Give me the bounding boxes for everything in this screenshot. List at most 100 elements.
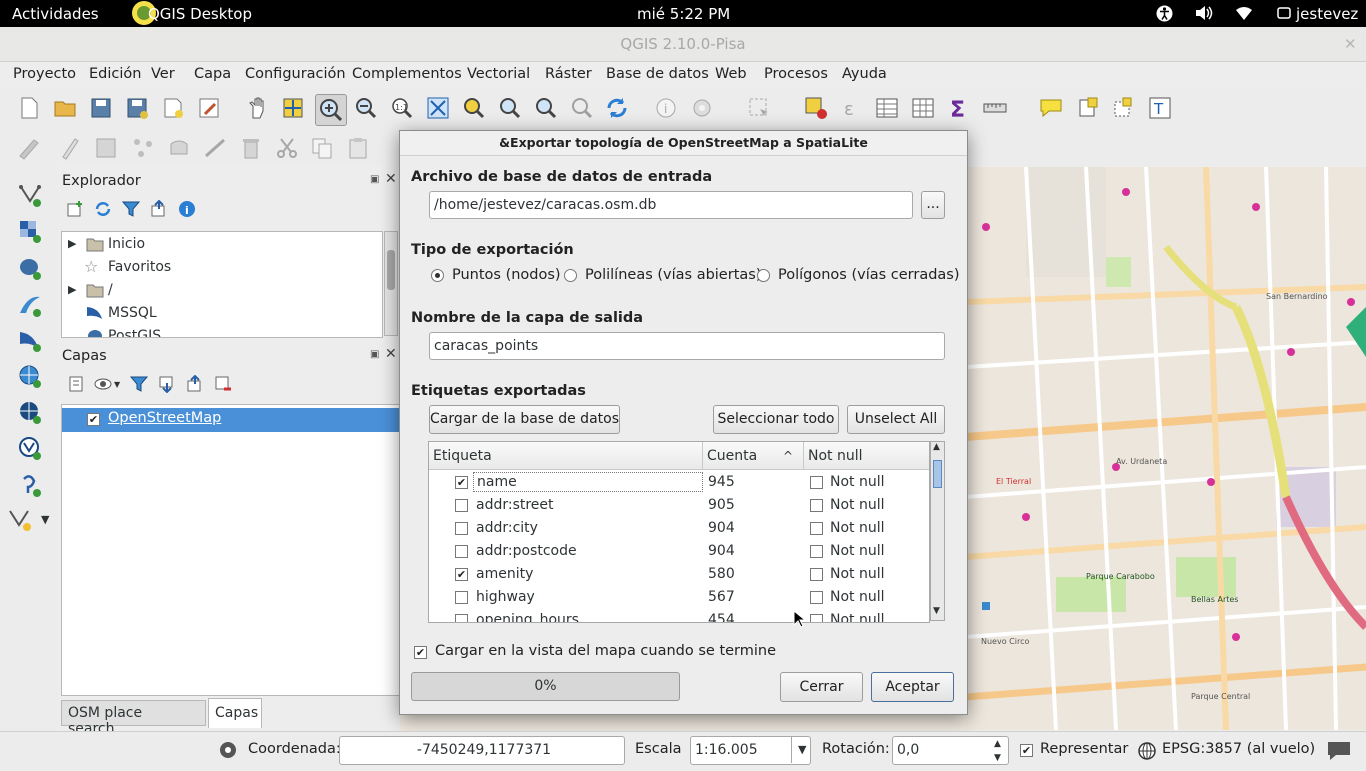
zoom-native-icon[interactable]: 1:1 (390, 96, 414, 120)
zoom-to-layer-icon[interactable] (498, 96, 522, 120)
add-delimited-text-icon[interactable] (18, 473, 42, 497)
not-null-checkbox[interactable] (810, 614, 823, 622)
menu-ver[interactable]: Ver (151, 66, 175, 82)
select-all-button[interactable]: Seleccionar todo (713, 405, 839, 434)
float-panel-icon[interactable]: ▣ (370, 174, 379, 185)
zoom-full-icon[interactable] (426, 96, 450, 120)
layer-item-openstreetmap[interactable]: ✔ OpenStreetMap (62, 408, 402, 432)
toggle-editing-icon[interactable] (58, 136, 82, 160)
add-spatialite-layer-icon[interactable] (18, 293, 42, 317)
load-in-map-checkbox[interactable]: ✔ (414, 646, 427, 659)
select-features-icon[interactable] (747, 96, 771, 120)
not-null-checkbox[interactable] (810, 499, 823, 512)
column-header-cuenta[interactable]: Cuenta ^ (703, 442, 804, 470)
cut-features-icon[interactable] (275, 136, 299, 160)
add-group-icon[interactable] (68, 375, 86, 393)
identify-icon[interactable]: i (654, 96, 678, 120)
table-row[interactable]: opening_hours 454 Not null (429, 609, 929, 622)
tree-item-mssql[interactable]: MSSQL (68, 304, 368, 326)
zoom-last-icon[interactable] (534, 96, 558, 120)
tag-checkbox[interactable] (455, 591, 468, 604)
menu-web[interactable]: Web (715, 66, 747, 82)
scrollbar-thumb[interactable] (933, 460, 942, 488)
crs-globe-icon[interactable] (1137, 741, 1157, 765)
add-wfs-layer-icon[interactable] (18, 436, 42, 460)
expand-all-icon[interactable] (158, 375, 176, 394)
chevron-down-icon[interactable]: ▼ (791, 737, 806, 763)
load-from-db-button[interactable]: Cargar de la base de datos (429, 405, 620, 434)
scale-combobox[interactable]: 1:16.005 ▼ (690, 736, 811, 765)
input-db-field[interactable]: /home/jestevez/caracas.osm.db (429, 191, 913, 219)
sum-icon[interactable]: Σ (947, 96, 971, 123)
scroll-up-icon[interactable]: ▲ (933, 442, 940, 452)
menu-base-de-datos[interactable]: Base de datos (606, 66, 709, 82)
volume-icon[interactable] (1195, 5, 1213, 25)
coordinate-field[interactable]: -7450249,1177371 (339, 736, 625, 765)
tags-table-scrollbar[interactable]: ▲ ▼ (930, 441, 945, 621)
not-null-checkbox[interactable] (810, 568, 823, 581)
browser-scrollbar[interactable] (384, 231, 398, 336)
output-layer-field[interactable]: caracas_points (429, 332, 945, 360)
messages-icon[interactable] (1326, 739, 1352, 765)
tag-checkbox[interactable]: ✔ (455, 476, 468, 489)
wifi-icon[interactable] (1235, 6, 1253, 25)
crs-label[interactable]: EPSG:3857 (al vuelo) (1162, 741, 1315, 757)
map-canvas[interactable]: Parque Carabobo Bellas Artes San Bernard… (966, 167, 1366, 730)
properties-info-icon[interactable]: i (178, 200, 196, 218)
measure-icon[interactable] (983, 96, 1007, 120)
run-action-icon[interactable] (690, 96, 714, 120)
add-vector-layer-icon[interactable] (18, 183, 42, 207)
menu-raster[interactable]: Ráster (545, 66, 592, 82)
show-bookmarks-icon[interactable] (1111, 96, 1135, 120)
add-mssql-layer-icon[interactable] (18, 328, 42, 352)
tree-item-inicio[interactable]: ▶ Inicio (68, 235, 368, 257)
refresh-icon[interactable] (605, 96, 629, 120)
tag-checkbox[interactable] (455, 499, 468, 512)
current-edits-icon[interactable] (17, 136, 41, 160)
expand-icon[interactable]: ▶ (68, 283, 76, 296)
not-null-checkbox[interactable] (810, 591, 823, 604)
new-bookmark-icon[interactable] (1076, 96, 1100, 120)
float-panel-icon[interactable]: ▣ (370, 349, 379, 360)
close-panel-icon[interactable]: ✕ (385, 171, 397, 187)
tree-item-postgis[interactable]: PostGIS (68, 327, 368, 337)
add-wcs-layer-icon[interactable] (18, 400, 42, 424)
radio-polygons[interactable] (757, 269, 770, 282)
table-row[interactable]: addr:street 905 Not null (429, 494, 929, 517)
tag-checkbox[interactable] (455, 614, 468, 622)
collapse-all-icon[interactable] (150, 199, 168, 218)
attribute-table-icon[interactable] (875, 96, 899, 120)
rotation-spinbox[interactable]: 0,0 ▲ ▼ (892, 736, 1009, 765)
tag-checkbox[interactable] (455, 545, 468, 558)
add-wms-layer-icon[interactable] (18, 364, 42, 388)
move-feature-icon[interactable] (167, 136, 191, 160)
accept-button[interactable]: Aceptar (871, 672, 954, 702)
pan-to-selection-icon[interactable] (281, 96, 305, 120)
accessibility-icon[interactable] (1156, 5, 1173, 26)
radio-points[interactable] (431, 269, 444, 282)
browse-button[interactable]: ... (921, 191, 945, 219)
activities-button[interactable]: Actividades (12, 5, 99, 23)
column-header-etiqueta[interactable]: Etiqueta (429, 442, 703, 470)
manage-visibility-icon[interactable] (94, 375, 112, 393)
new-project-icon[interactable] (17, 96, 41, 120)
scrollbar-thumb[interactable] (387, 250, 395, 290)
table-row[interactable]: highway 567 Not null (429, 586, 929, 609)
tab-capas[interactable]: Capas (208, 698, 262, 728)
zoom-out-icon[interactable] (354, 96, 378, 120)
not-null-checkbox[interactable] (810, 476, 823, 489)
collapse-all-icon[interactable] (186, 374, 204, 393)
add-postgis-layer-icon[interactable] (18, 256, 42, 280)
save-as-icon[interactable] (125, 96, 149, 120)
tree-item-favoritos[interactable]: ☆ Favoritos (68, 257, 368, 280)
menu-edicion[interactable]: Edición (89, 66, 141, 82)
radio-polylines[interactable] (564, 269, 577, 282)
remove-layer-icon[interactable] (214, 375, 232, 393)
deselect-features-icon[interactable] (804, 96, 828, 120)
node-tool-icon[interactable] (203, 136, 227, 160)
chevron-down-icon[interactable]: ▼ (41, 513, 49, 526)
menu-ayuda[interactable]: Ayuda (842, 66, 887, 82)
layer-visibility-checkbox[interactable]: ✔ (87, 413, 100, 426)
coordinate-toggle-icon[interactable] (218, 740, 238, 764)
column-header-not-null[interactable]: Not null (804, 442, 929, 470)
